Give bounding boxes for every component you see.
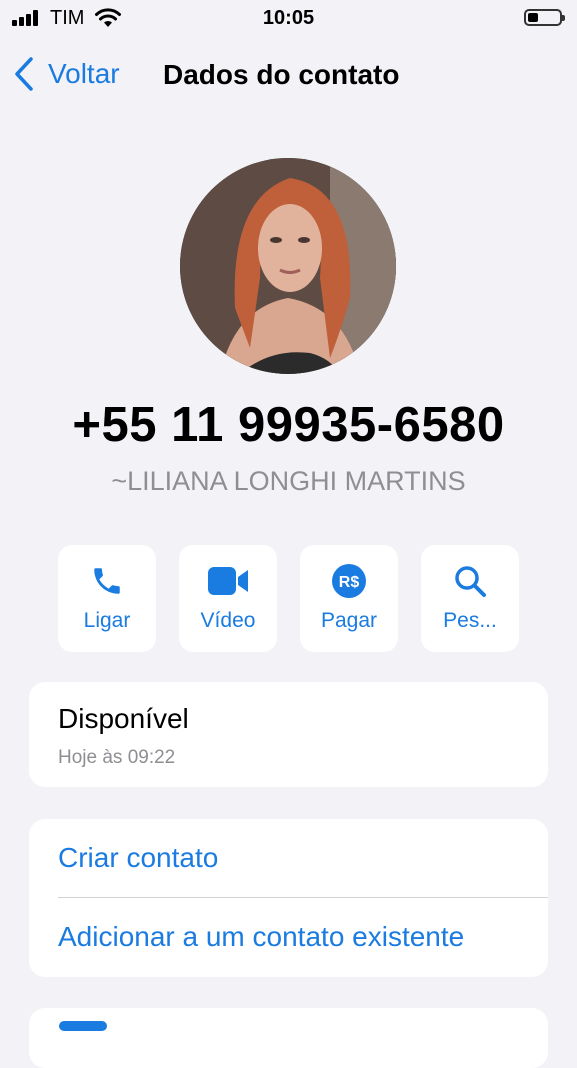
clock: 10:05 (262, 7, 315, 29)
video-label: Vídeo (200, 609, 256, 632)
status-bar: TIM 10:05 (0, 0, 577, 38)
video-camera-icon (208, 567, 248, 595)
search-icon (455, 566, 486, 597)
call-button[interactable]: Ligar (58, 545, 156, 652)
contact-avatar[interactable] (180, 158, 396, 374)
page-title: Dados do contato (163, 59, 400, 90)
add-to-existing-contact-button[interactable]: Adicionar a um contato existente (58, 921, 464, 953)
contact-options-card: Criar contato Adicionar a um contato exi… (29, 819, 548, 977)
divider (58, 897, 548, 898)
back-button[interactable]: Voltar (14, 56, 120, 92)
quick-actions: Ligar Vídeo R$ Pagar Pes... (58, 545, 520, 652)
availability-card: Disponível Hoje às 09:22 (29, 682, 548, 787)
payment-real-icon: R$ (332, 564, 366, 598)
phone-icon (94, 568, 120, 594)
contact-phone-number: +55 11 99935-6580 (72, 398, 505, 452)
pay-label: Pagar (320, 609, 378, 632)
video-call-button[interactable]: Vídeo (179, 545, 277, 652)
availability-status: Disponível (58, 703, 189, 734)
svg-text:R$: R$ (339, 574, 360, 591)
availability-timestamp: Hoje às 09:22 (58, 747, 176, 768)
battery-icon (524, 9, 565, 26)
search-button[interactable]: Pes... (421, 545, 519, 652)
create-contact-button[interactable]: Criar contato (58, 842, 218, 874)
back-label: Voltar (48, 58, 120, 89)
partial-icon (59, 1021, 107, 1031)
chevron-left-icon (15, 57, 33, 91)
search-label: Pes... (443, 609, 497, 632)
contact-display-name: ~LILIANA LONGHI MARTINS (111, 466, 466, 496)
next-section-card (29, 1008, 548, 1068)
pay-button[interactable]: R$ Pagar (300, 545, 398, 652)
call-label: Ligar (83, 609, 131, 632)
navigation-bar: Voltar Dados do contato (0, 50, 577, 102)
avatar-photo (180, 158, 396, 374)
